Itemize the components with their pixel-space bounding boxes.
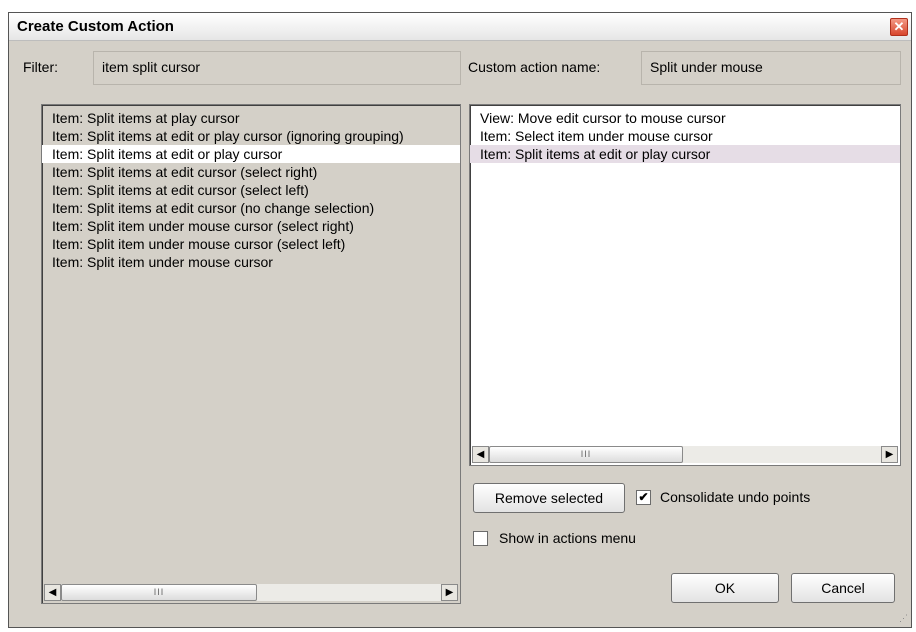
custom-action-name-input[interactable]: Split under mouse (641, 51, 901, 85)
scroll-left-button[interactable]: ◀ (472, 446, 489, 463)
left-horizontal-scrollbar[interactable]: ◀ III ▶ (44, 584, 458, 601)
scroll-thumb[interactable]: III (489, 446, 683, 463)
right-horizontal-scrollbar[interactable]: ◀ III ▶ (472, 446, 898, 463)
chevron-left-icon: ◀ (476, 449, 485, 460)
list-item[interactable]: Item: Split items at edit cursor (no cha… (42, 199, 460, 217)
remove-selected-button[interactable]: Remove selected (473, 483, 625, 513)
scroll-right-button[interactable]: ▶ (881, 446, 898, 463)
list-item[interactable]: Item: Split items at edit or play cursor… (42, 127, 460, 145)
list-item[interactable]: Item: Split items at edit cursor (select… (42, 181, 460, 199)
close-icon: ✕ (893, 19, 905, 34)
filter-input[interactable]: item split cursor (93, 51, 461, 85)
list-item[interactable]: Item: Split items at play cursor (42, 109, 460, 127)
list-item[interactable]: Item: Split item under mouse cursor (42, 253, 460, 271)
list-item[interactable]: Item: Split items at edit cursor (select… (42, 163, 460, 181)
scroll-left-button[interactable]: ◀ (44, 584, 61, 601)
consolidate-undo-label: Consolidate undo points (660, 489, 811, 505)
available-actions-list[interactable]: Item: Split items at play cursor Item: Sp… (41, 104, 461, 604)
list-item[interactable]: Item: Split items at edit or play cursor (470, 145, 900, 163)
show-in-actions-menu-label: Show in actions menu (499, 530, 636, 546)
list-item[interactable]: View: Move edit cursor to mouse cursor (470, 109, 900, 127)
custom-action-name-label: Custom action name: (468, 59, 601, 75)
show-in-actions-menu-checkbox[interactable] (473, 531, 488, 546)
ok-button[interactable]: OK (671, 573, 779, 603)
chevron-right-icon: ▶ (885, 449, 894, 460)
close-button[interactable]: ✕ (890, 18, 908, 36)
cancel-button[interactable]: Cancel (791, 573, 895, 603)
title-bar: Create Custom Action ✕ (9, 13, 911, 41)
list-item[interactable]: Item: Select item under mouse cursor (470, 127, 900, 145)
custom-action-steps-list[interactable]: View: Move edit cursor to mouse cursor It… (469, 104, 901, 466)
filter-label: Filter: (23, 59, 58, 75)
list-item[interactable]: Item: Split item under mouse cursor (sel… (42, 235, 460, 253)
resize-grip-icon[interactable]: ⋰ (899, 613, 908, 624)
scroll-thumb[interactable]: III (61, 584, 257, 601)
list-item[interactable]: Item: Split item under mouse cursor (sel… (42, 217, 460, 235)
create-custom-action-dialog: Create Custom Action ✕ Filter: item spli… (8, 12, 912, 628)
list-item[interactable]: Item: Split items at edit or play cursor (42, 145, 460, 163)
checkmark-icon: ✔ (638, 490, 649, 504)
chevron-left-icon: ◀ (48, 587, 57, 598)
chevron-right-icon: ▶ (445, 587, 454, 598)
consolidate-undo-checkbox[interactable]: ✔ (636, 490, 651, 505)
scroll-right-button[interactable]: ▶ (441, 584, 458, 601)
dialog-title: Create Custom Action (17, 18, 174, 35)
